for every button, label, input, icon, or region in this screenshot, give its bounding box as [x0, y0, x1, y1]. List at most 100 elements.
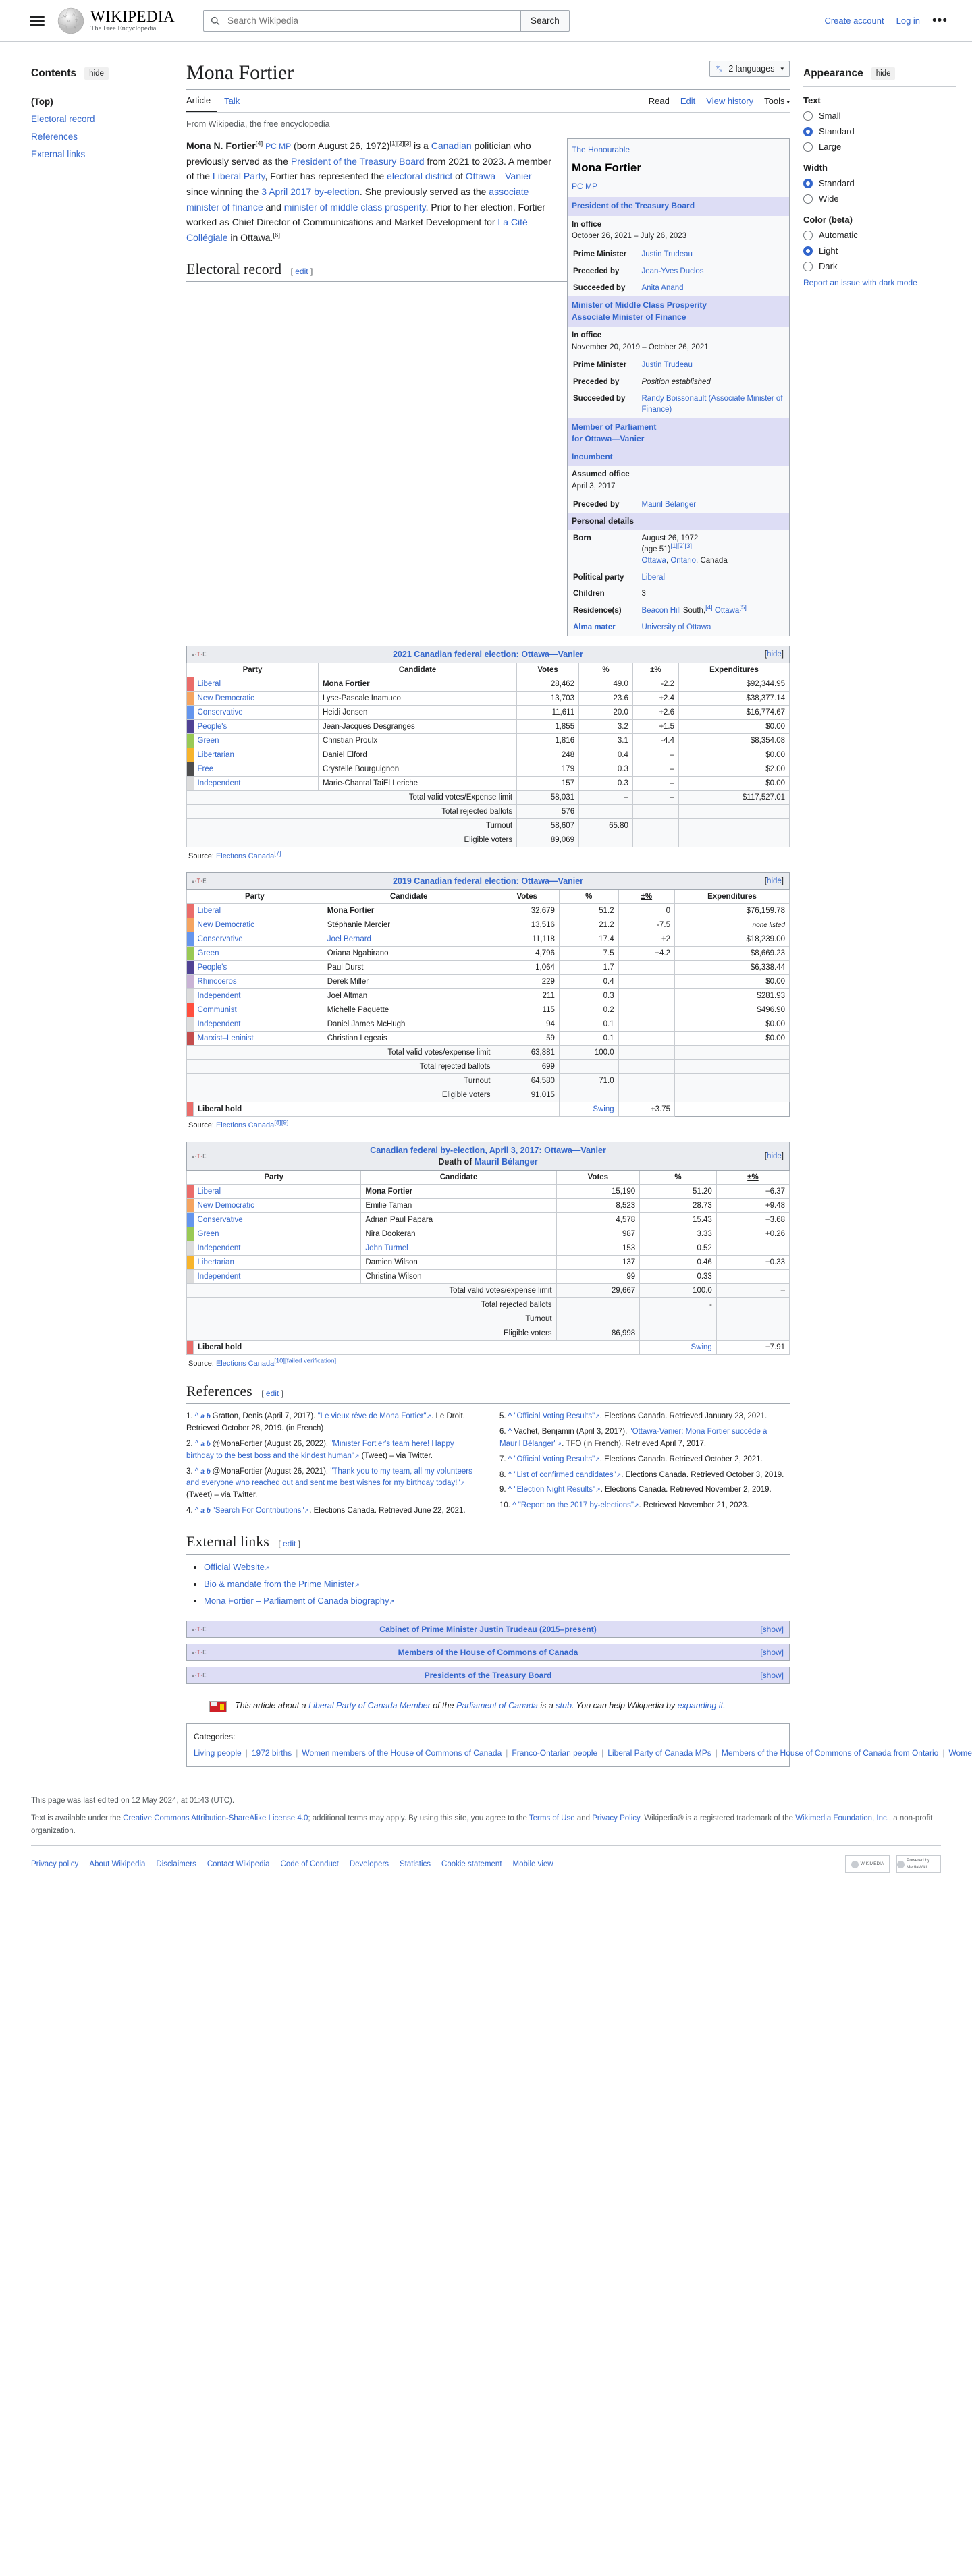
- party-cell[interactable]: Liberal: [193, 677, 319, 692]
- source-ref[interactable]: [10][failed verification]: [274, 1357, 336, 1365]
- wikimedia-foundation-link[interactable]: Wikimedia Foundation, Inc.: [795, 1814, 889, 1822]
- footer-link[interactable]: Code of Conduct: [281, 1858, 339, 1870]
- color-option-automatic[interactable]: Automatic: [803, 230, 956, 240]
- party-cell[interactable]: Conservative: [193, 932, 323, 947]
- footer-link[interactable]: About Wikipedia: [89, 1858, 145, 1870]
- lead-name-ref[interactable]: [4]: [256, 140, 263, 147]
- category-link[interactable]: Women government ministers of Canada: [948, 1748, 972, 1758]
- search-box[interactable]: [202, 9, 520, 32]
- external-link-label[interactable]: Mona Fortier – Parliament of Canada biog…: [204, 1596, 389, 1606]
- party-cell[interactable]: Free: [193, 762, 319, 777]
- party-cell[interactable]: Green: [193, 946, 323, 961]
- infobox-row-value[interactable]: Mauril Bélanger: [638, 497, 790, 513]
- vte-links[interactable]: v·T·E: [192, 878, 207, 885]
- footer-link[interactable]: Contact Wikipedia: [207, 1858, 270, 1870]
- party-cell[interactable]: Communist: [193, 1003, 323, 1018]
- party-cell[interactable]: Independent: [193, 776, 319, 791]
- navbox-show-toggle[interactable]: [show]: [760, 1648, 784, 1657]
- navbox-title[interactable]: Members of the House of Commons of Canad…: [398, 1648, 578, 1657]
- link-2017-byelection[interactable]: 3 April 2017 by-election: [261, 186, 360, 197]
- terms-of-use-link[interactable]: Terms of Use: [529, 1814, 575, 1822]
- color-option-dark[interactable]: Dark: [803, 261, 956, 271]
- swing-label[interactable]: Swing: [558, 1102, 619, 1117]
- navbox-title[interactable]: Presidents of the Treasury Board: [425, 1671, 552, 1680]
- navbox-show-toggle[interactable]: [show]: [760, 1671, 784, 1680]
- link-ottawa-vanier[interactable]: Ottawa—Vanier: [466, 171, 532, 181]
- wikipedia-wordmark[interactable]: WIKIPEDIA The Free Encyclopedia: [90, 9, 175, 33]
- source-link[interactable]: Elections Canada: [216, 852, 274, 860]
- party-cell[interactable]: Liberal: [193, 1184, 362, 1200]
- reference-ab[interactable]: a b: [200, 1440, 212, 1448]
- footer-link[interactable]: Statistics: [400, 1858, 431, 1870]
- party-cell[interactable]: Conservative: [193, 1212, 362, 1228]
- link-minister-middle-class[interactable]: minister of middle class prosperity: [284, 202, 426, 213]
- candidate-cell[interactable]: Joel Bernard: [322, 932, 495, 947]
- vte-links[interactable]: v·T·E: [192, 1650, 207, 1656]
- reference-ab[interactable]: a b: [200, 1413, 212, 1420]
- vte-links[interactable]: v·T·E: [192, 1673, 207, 1679]
- edit-section-electoral-record[interactable]: [ edit ]: [291, 267, 313, 276]
- category-link[interactable]: Living people: [194, 1748, 242, 1758]
- tab-talk[interactable]: Talk: [224, 92, 246, 111]
- lead-born-refs[interactable]: [1][2][3]: [389, 140, 411, 147]
- source-link[interactable]: Elections Canada: [216, 1360, 274, 1368]
- reference-ab[interactable]: a b: [200, 1507, 212, 1515]
- tab-view-history[interactable]: View history: [706, 92, 753, 111]
- party-cell[interactable]: People's: [193, 960, 323, 976]
- stub-link-expand[interactable]: expanding it: [678, 1701, 723, 1710]
- footer-link[interactable]: Privacy policy: [31, 1858, 78, 1870]
- toc-item-3[interactable]: External links: [31, 149, 154, 159]
- infobox-office-title[interactable]: Member of Parliament for Ottawa—Vanier: [567, 418, 790, 449]
- source-ref[interactable]: [8][9]: [274, 1119, 288, 1127]
- category-link[interactable]: Members of the House of Commons of Canad…: [722, 1748, 938, 1758]
- infobox-office-title[interactable]: Minister of Middle Class Prosperity Assoc…: [567, 296, 790, 327]
- party-cell[interactable]: Marxist–Leninist: [193, 1031, 323, 1046]
- infobox-row-value[interactable]: Anita Anand: [638, 280, 790, 297]
- color-option-light[interactable]: Light: [803, 246, 956, 256]
- caption-link[interactable]: Ottawa—Vanier: [544, 1146, 606, 1155]
- create-account-link[interactable]: Create account: [824, 16, 884, 26]
- infobox-personal-value[interactable]: Liberal: [638, 569, 790, 586]
- postnominals-link[interactable]: PC MP: [265, 142, 291, 151]
- candidate-cell[interactable]: John Turmel: [360, 1241, 557, 1256]
- navbox-show-toggle[interactable]: [show]: [760, 1625, 784, 1634]
- privacy-policy-link[interactable]: Privacy Policy: [592, 1814, 640, 1822]
- text-option-small[interactable]: Small: [803, 111, 956, 121]
- width-option-wide[interactable]: Wide: [803, 194, 956, 204]
- party-cell[interactable]: Green: [193, 733, 319, 749]
- reference-link[interactable]: "Report on the 2017 by-elections": [518, 1501, 634, 1509]
- stub-link-parliament[interactable]: Parliament of Canada: [456, 1701, 538, 1710]
- category-link[interactable]: Franco-Ontarian people: [512, 1748, 597, 1758]
- party-cell[interactable]: Conservative: [193, 705, 319, 721]
- caption-link[interactable]: Ottawa—Vanier: [521, 650, 583, 659]
- party-cell[interactable]: Rhinoceros: [193, 974, 323, 990]
- width-option-standard[interactable]: Standard: [803, 178, 956, 188]
- infobox-row-value[interactable]: Jean-Yves Duclos: [638, 263, 790, 280]
- link-liberal-party[interactable]: Liberal Party: [213, 171, 265, 181]
- external-link-label[interactable]: Official Website: [204, 1562, 265, 1572]
- reference-ab[interactable]: a b: [200, 1468, 212, 1476]
- link-president-treasury-board[interactable]: President of the Treasury Board: [291, 156, 425, 167]
- link-canadian[interactable]: Canadian: [431, 140, 472, 151]
- vte-links[interactable]: v·T·E: [192, 652, 207, 658]
- back-ref-icon[interactable]: ^: [512, 1501, 518, 1509]
- hide-toggle[interactable]: [hide]: [765, 650, 784, 659]
- appearance-hide-button[interactable]: hide: [871, 67, 896, 80]
- footer-link[interactable]: Disclaimers: [156, 1858, 196, 1870]
- infobox-office-title[interactable]: President of the Treasury Board: [567, 197, 790, 216]
- party-cell[interactable]: Green: [193, 1227, 362, 1242]
- text-option-standard[interactable]: Standard: [803, 126, 956, 136]
- category-link[interactable]: Liberal Party of Canada MPs: [608, 1748, 711, 1758]
- tab-article[interactable]: Article: [186, 91, 218, 112]
- license-link[interactable]: Creative Commons Attribution-ShareAlike …: [123, 1814, 308, 1822]
- party-cell[interactable]: People's: [193, 719, 319, 735]
- lead-final-ref[interactable]: [6]: [273, 231, 280, 239]
- tab-tools[interactable]: Tools ▾: [764, 92, 790, 111]
- infobox-row-value[interactable]: Justin Trudeau: [638, 357, 790, 374]
- wikimedia-logo[interactable]: WIKIMEDIA: [845, 1855, 890, 1874]
- vte-links[interactable]: v·T·E: [192, 1627, 207, 1633]
- hide-toggle[interactable]: [hide]: [765, 1152, 784, 1160]
- toc-item-1[interactable]: Electoral record: [31, 114, 154, 124]
- footer-link[interactable]: Developers: [350, 1858, 389, 1870]
- party-cell[interactable]: New Democratic: [193, 918, 323, 933]
